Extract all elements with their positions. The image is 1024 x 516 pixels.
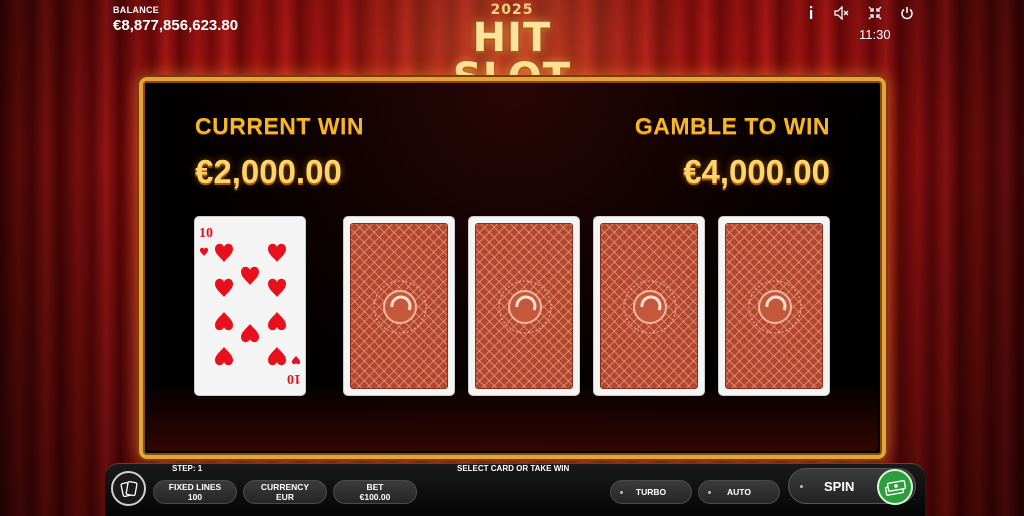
spin-label: SPIN <box>824 479 855 494</box>
dealer-card-ten-of-hearts: 10 10 <box>194 216 306 396</box>
face-down-card-3[interactable] <box>593 216 705 396</box>
game-screen: BALANCE €8,877,856,623.80 2025 HIT SLOT … <box>0 0 1024 516</box>
currency-label: CURRENCY <box>260 482 310 492</box>
auto-label: AUTO <box>727 487 751 497</box>
sound-muted-icon[interactable] <box>833 4 851 22</box>
gamble-panel: CURRENT WIN €2,000.00 GAMBLE TO WIN €4,0… <box>139 77 886 459</box>
svg-text:10: 10 <box>287 371 301 386</box>
currency-display[interactable]: CURRENCY EUR <box>243 480 327 504</box>
face-down-card-2[interactable] <box>468 216 580 396</box>
card-emblem-icon <box>623 280 677 334</box>
face-down-card-1[interactable] <box>343 216 455 396</box>
current-win-label: CURRENT WIN <box>195 113 365 139</box>
balance-label: BALANCE <box>113 5 160 15</box>
step-indicator: STEP: 1 <box>172 464 203 473</box>
power-icon[interactable] <box>898 4 916 22</box>
bet-selector[interactable]: BET €100.00 <box>333 480 417 504</box>
cards-icon <box>119 480 138 497</box>
game-logo: 2025 HIT SLOT <box>412 2 612 98</box>
turbo-indicator-icon <box>620 491 623 494</box>
card-emblem-icon <box>748 280 802 334</box>
auto-indicator-icon <box>708 491 711 494</box>
current-win-amount: €2,000.00 <box>195 153 342 190</box>
bet-value: €100.00 <box>359 492 391 502</box>
auto-toggle[interactable]: AUTO <box>698 480 780 504</box>
clock: 11:30 <box>859 27 891 42</box>
cash-icon <box>884 479 906 496</box>
card-emblem-icon <box>373 280 427 334</box>
turbo-label: TURBO <box>635 487 667 497</box>
gamble-prompt: SELECT CARD OR TAKE WIN <box>457 464 570 473</box>
bet-label: BET <box>366 482 384 492</box>
paytable-button[interactable] <box>111 471 146 506</box>
svg-text:10: 10 <box>199 226 213 241</box>
gamble-to-win-label: GAMBLE TO WIN <box>634 113 830 139</box>
gamble-to-win-amount: €4,000.00 <box>683 153 830 190</box>
fixed-lines-display: FIXED LINES 100 <box>153 480 237 504</box>
currency-value: EUR <box>276 492 294 502</box>
card-emblem-icon <box>498 280 552 334</box>
info-icon[interactable] <box>802 4 820 22</box>
collect-win-button[interactable] <box>877 469 913 505</box>
face-down-card-4[interactable] <box>718 216 830 396</box>
fixed-lines-label: FIXED LINES <box>168 482 222 492</box>
balance-value: €8,877,856,623.80 <box>113 17 239 34</box>
fixed-lines-value: 100 <box>187 492 203 502</box>
fullscreen-exit-icon[interactable] <box>866 4 884 22</box>
turbo-toggle[interactable]: TURBO <box>610 480 692 504</box>
